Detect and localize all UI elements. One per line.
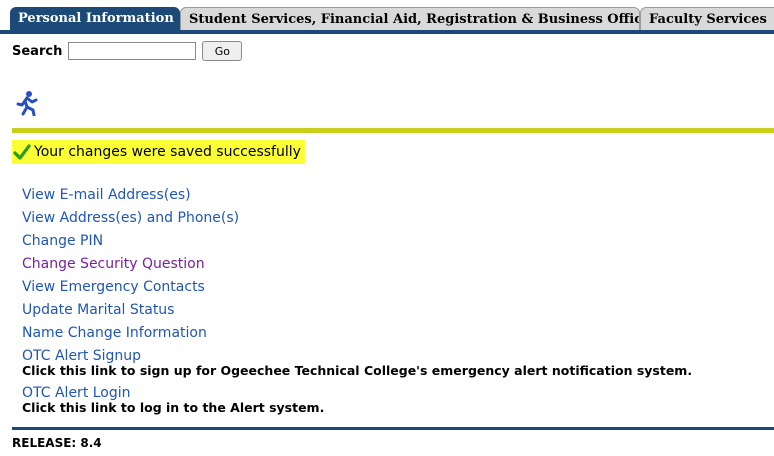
- link-otc-alert-signup[interactable]: OTC Alert Signup: [22, 348, 141, 364]
- footer-divider: [12, 427, 774, 430]
- link-view-emergency-contacts[interactable]: View Emergency Contacts: [22, 279, 205, 295]
- section-divider: [12, 128, 774, 133]
- success-message: Your changes were saved successfully: [12, 140, 305, 164]
- menu-item-view-address: View Address(es) and Phone(s): [22, 205, 774, 228]
- search-bar: Search Go: [12, 40, 243, 62]
- menu-item-view-emergency-contacts: View Emergency Contacts: [22, 274, 774, 297]
- otc-alert-login-description: Click this link to log in to the Alert s…: [22, 400, 325, 415]
- checkmark-icon: [13, 144, 31, 160]
- release-version: RELEASE: 8.4: [12, 436, 102, 450]
- success-text: Your changes were saved successfully: [34, 144, 301, 160]
- link-view-email[interactable]: View E-mail Address(es): [22, 187, 191, 203]
- link-change-pin[interactable]: Change PIN: [22, 233, 103, 249]
- tab-divider: [0, 30, 774, 34]
- tab-personal-information[interactable]: Personal Information: [10, 7, 180, 30]
- link-change-security-question[interactable]: Change Security Question: [22, 256, 205, 272]
- menu-item-change-security-question: Change Security Question: [22, 251, 774, 274]
- tab-student-services[interactable]: Student Services, Financial Aid, Registr…: [180, 7, 640, 30]
- link-update-marital-status[interactable]: Update Marital Status: [22, 302, 174, 318]
- search-input[interactable]: [68, 42, 197, 60]
- personal-info-menu: View E-mail Address(es) View Address(es)…: [22, 182, 774, 417]
- running-man-icon[interactable]: [12, 90, 38, 116]
- menu-item-view-email: View E-mail Address(es): [22, 182, 774, 205]
- menu-item-update-marital-status: Update Marital Status: [22, 297, 774, 320]
- link-otc-alert-login[interactable]: OTC Alert Login: [22, 385, 131, 401]
- menu-item-change-pin: Change PIN: [22, 228, 774, 251]
- page: Personal Information Student Services, F…: [0, 0, 774, 456]
- tab-faculty-services[interactable]: Faculty Services: [640, 7, 774, 30]
- go-button[interactable]: Go: [202, 41, 243, 61]
- link-view-address-phone[interactable]: View Address(es) and Phone(s): [22, 210, 239, 226]
- tab-bar: Personal Information Student Services, F…: [0, 0, 774, 30]
- search-label: Search: [12, 43, 63, 59]
- otc-alert-signup-description: Click this link to sign up for Ogeechee …: [22, 363, 693, 378]
- menu-item-name-change: Name Change Information: [22, 320, 774, 343]
- link-name-change-information[interactable]: Name Change Information: [22, 325, 207, 341]
